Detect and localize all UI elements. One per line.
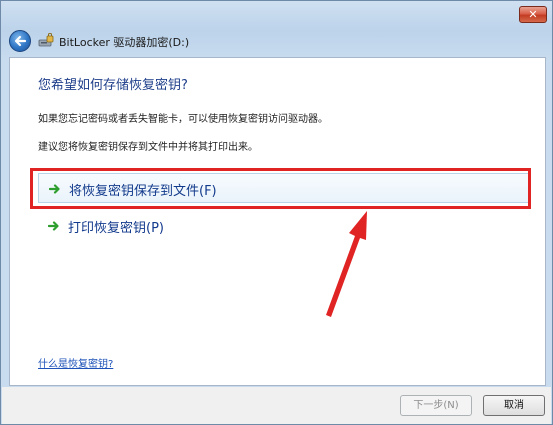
close-icon: ✕ (528, 8, 538, 21)
title-bar: BitLocker 驱动器加密(D:) (1, 28, 552, 55)
window-title: BitLocker 驱动器加密(D:) (59, 36, 190, 49)
print-key-label: 打印恢复密钥(P) (68, 221, 164, 236)
print-key-option[interactable]: 打印恢复密钥(P) (38, 211, 531, 241)
back-arrow-icon (14, 35, 27, 47)
main-instruction: 您希望如何存储恢复密钥? (38, 78, 188, 93)
description-text: 如果您忘记密码或者丢失智能卡，可以使用恢复密钥访问驱动器。 (38, 114, 328, 125)
wizard-footer: 下一步(N) 取消 (2, 387, 551, 424)
bitlocker-drive-icon (38, 33, 54, 47)
description-text: 建议您将恢复密钥保存到文件中并将其打印出来。 (38, 142, 258, 153)
next-button[interactable]: 下一步(N) (400, 395, 472, 416)
close-button[interactable]: ✕ (519, 6, 547, 23)
cancel-button[interactable]: 取消 (483, 395, 545, 416)
back-button[interactable] (9, 30, 31, 52)
wizard-content: 您希望如何存储恢复密钥? 如果您忘记密码或者丢失智能卡，可以使用恢复密钥访问驱动… (9, 57, 546, 386)
green-arrow-icon (48, 221, 59, 231)
bitlocker-window: ✕ BitLocker 驱动器加密(D:) 您希望如何存储恢复密钥? 如果您忘记… (0, 0, 553, 425)
annotation-highlight-box (30, 168, 531, 209)
what-is-recovery-key-link[interactable]: 什么是恢复密钥? (38, 355, 113, 370)
